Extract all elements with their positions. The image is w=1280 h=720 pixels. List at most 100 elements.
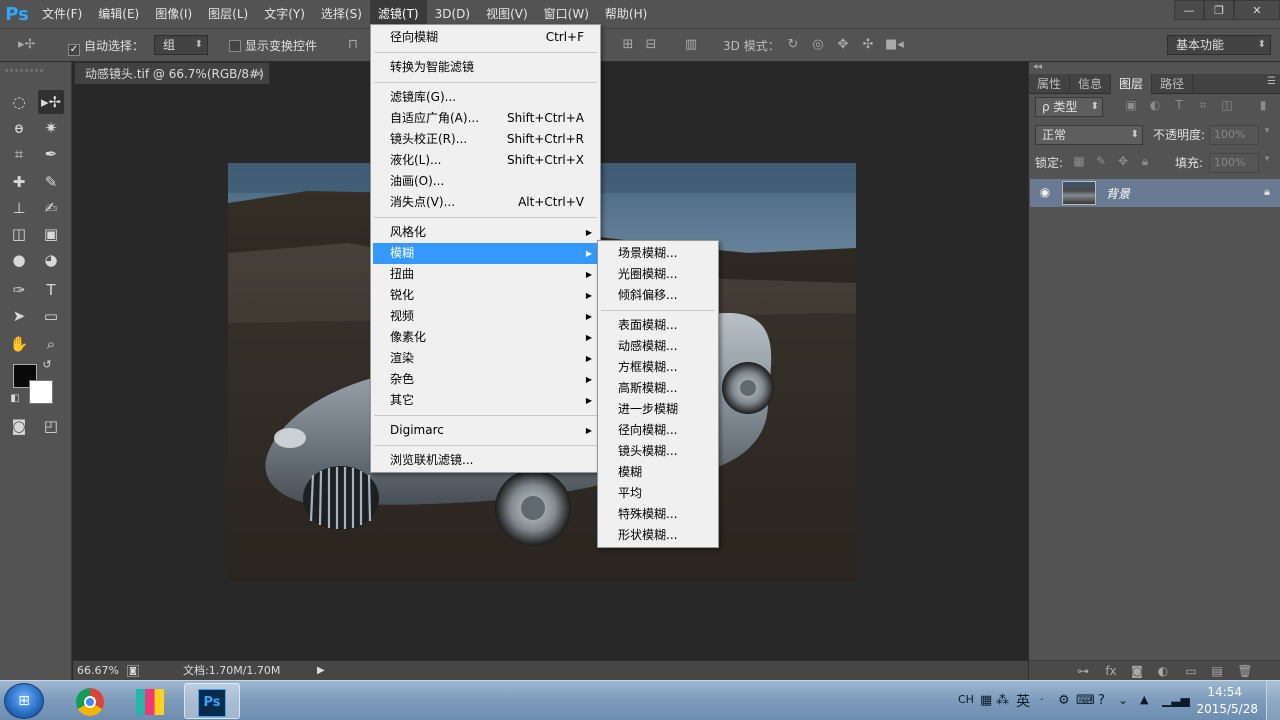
- layer-name[interactable]: 背景: [1106, 185, 1130, 202]
- blur-menu-item[interactable]: 形状模糊...: [600, 525, 716, 546]
- new-group-icon[interactable]: ▭: [1183, 664, 1199, 678]
- filter-menu-item[interactable]: 锐化 ▶: [373, 285, 598, 306]
- layer-row-background[interactable]: ◉ 背景 🔒︎: [1030, 179, 1280, 207]
- filter-menu-item[interactable]: 消失点(V)... Alt+Ctrl+V: [373, 192, 598, 213]
- type-tool-icon[interactable]: T: [38, 278, 64, 302]
- start-button[interactable]: ⊞: [4, 683, 44, 719]
- pen-tool-icon[interactable]: ✑: [6, 278, 32, 302]
- filter-menu-item[interactable]: 其它 ▶: [373, 390, 598, 411]
- filter-menu-item[interactable]: 渲染 ▶: [373, 348, 598, 369]
- delete-layer-icon[interactable]: 🗑︎: [1237, 664, 1253, 678]
- menu-10[interactable]: 帮助(H): [597, 0, 655, 28]
- filter-menu-item[interactable]: 风格化 ▶: [373, 222, 598, 243]
- filter-adjustment-icon[interactable]: ◐: [1147, 98, 1163, 112]
- blur-menu-item[interactable]: 动感模糊...: [600, 336, 716, 357]
- document-tab[interactable]: 动感镜头.tif @ 66.7%(RGB/8#) ×: [74, 62, 270, 84]
- fill-dropdown-icon[interactable]: ▾: [1259, 154, 1275, 164]
- toolbox-grip[interactable]: ∘∘∘∘∘∘∘∘: [4, 66, 68, 75]
- ime-shape-icon[interactable]: ⁂: [996, 693, 1009, 708]
- show-desktop-button[interactable]: [1266, 681, 1280, 720]
- 3d-scale-icon[interactable]: ■◂: [885, 37, 904, 53]
- blur-menu-item[interactable]: 高斯模糊...: [600, 378, 716, 399]
- swap-colors-icon[interactable]: ↺: [38, 358, 56, 372]
- distribute-center-icon[interactable]: ⊞: [620, 37, 636, 53]
- ime-options-icon[interactable]: ⌄: [1118, 693, 1128, 707]
- brush-tool-icon[interactable]: ✎: [38, 170, 64, 194]
- lasso-tool-icon[interactable]: ɵ: [6, 116, 32, 140]
- new-layer-icon[interactable]: ▤: [1209, 664, 1225, 678]
- path-selection-tool-icon[interactable]: ➤: [6, 304, 32, 328]
- opacity-dropdown-icon[interactable]: ▾: [1259, 126, 1275, 136]
- lock-all-icon[interactable]: 🔒︎: [1137, 154, 1153, 169]
- filter-menu-item[interactable]: Digimarc ▶: [373, 420, 598, 441]
- blend-mode-dropdown[interactable]: 正常: [1035, 125, 1143, 145]
- panel-tab-3[interactable]: 路径: [1152, 74, 1194, 94]
- 3d-roll-icon[interactable]: ◎: [810, 37, 826, 53]
- zoom-tool-icon[interactable]: ⌕: [38, 332, 64, 356]
- default-colors-icon[interactable]: ◧: [6, 392, 24, 406]
- hand-tool-icon[interactable]: ✋: [6, 332, 32, 356]
- filter-menu-item[interactable]: 杂色 ▶: [373, 369, 598, 390]
- move-tool-preset-icon[interactable]: ▸✢: [18, 37, 35, 53]
- auto-align-icon[interactable]: ▥: [683, 37, 699, 53]
- panel-tab-0[interactable]: 属性: [1029, 74, 1071, 94]
- ime-language[interactable]: CH: [958, 693, 974, 706]
- layer-visibility-eye-icon[interactable]: ◉: [1037, 185, 1053, 199]
- filter-menu-item[interactable]: 镜头校正(R)... Shift+Ctrl+R: [373, 129, 598, 150]
- eyedropper-tool-icon[interactable]: ✒: [38, 142, 64, 166]
- ime-keyboard-icon[interactable]: ⌨: [1076, 693, 1095, 708]
- background-color-swatch[interactable]: [29, 380, 53, 404]
- filter-smart-object-icon[interactable]: ◫: [1219, 98, 1235, 112]
- blur-menu-item[interactable]: 方框模糊...: [600, 357, 716, 378]
- clock-date[interactable]: 2015/5/28: [1196, 702, 1258, 716]
- blur-menu-item[interactable]: 特殊模糊...: [600, 504, 716, 525]
- history-brush-tool-icon[interactable]: ✍: [38, 196, 64, 220]
- lock-image-icon[interactable]: ✎: [1093, 154, 1109, 168]
- screen-mode-icon[interactable]: ◰: [38, 414, 64, 438]
- align-top-icon[interactable]: ⊓: [345, 37, 361, 53]
- blur-menu-item[interactable]: 倾斜偏移...: [600, 285, 716, 306]
- filter-menu-item[interactable]: 像素化 ▶: [373, 327, 598, 348]
- ime-toolbar-icon[interactable]: ▦: [980, 693, 992, 708]
- magic-wand-tool-icon[interactable]: ✷: [38, 116, 64, 140]
- lock-transparent-icon[interactable]: ▦: [1071, 154, 1087, 168]
- adjustment-layer-icon[interactable]: ◐: [1155, 664, 1171, 678]
- filter-shape-icon[interactable]: ⌗: [1195, 98, 1211, 113]
- healing-brush-tool-icon[interactable]: ✚: [6, 170, 32, 194]
- clock-time[interactable]: 14:54: [1207, 685, 1242, 699]
- status-menu-arrow-icon[interactable]: ▶: [317, 661, 325, 681]
- auto-select-dropdown[interactable]: 组: [154, 35, 208, 55]
- add-mask-icon[interactable]: ◙: [1129, 664, 1145, 678]
- eraser-tool-icon[interactable]: ◫: [6, 222, 32, 246]
- filter-type-icon[interactable]: T: [1171, 98, 1187, 112]
- panel-tab-2[interactable]: 图层: [1111, 74, 1153, 94]
- proof-icon[interactable]: ◙: [127, 665, 139, 677]
- close-document-icon[interactable]: ×: [254, 63, 263, 85]
- menu-1[interactable]: 编辑(E): [90, 0, 147, 28]
- layer-filter-dropdown[interactable]: ρ 类型: [1035, 97, 1103, 117]
- menu-3[interactable]: 图层(L): [200, 0, 256, 28]
- ime-mode[interactable]: 英: [1016, 691, 1030, 711]
- rectangle-tool-icon[interactable]: ▭: [38, 304, 64, 328]
- filter-menu-item[interactable]: 扭曲 ▶: [373, 264, 598, 285]
- crop-tool-icon[interactable]: ⌗: [6, 142, 32, 166]
- collapse-panel-icon[interactable]: ◂◂: [1033, 62, 1042, 72]
- filter-menu-item[interactable]: 模糊 ▶: [373, 243, 598, 264]
- close-button[interactable]: ✕: [1234, 0, 1280, 20]
- 3d-rotate-icon[interactable]: ↻: [785, 37, 801, 53]
- 3d-slide-icon[interactable]: ✣: [860, 37, 876, 53]
- help-icon[interactable]: ?: [1098, 693, 1105, 708]
- filter-menu-item[interactable]: 油画(O)...: [373, 171, 598, 192]
- menu-0[interactable]: 文件(F): [34, 0, 90, 28]
- blur-menu-item[interactable]: 光圈模糊...: [600, 264, 716, 285]
- clone-stamp-tool-icon[interactable]: ⊥: [6, 196, 32, 220]
- filter-menu-item[interactable]: 径向模糊 Ctrl+F: [373, 27, 598, 48]
- blur-menu-item[interactable]: 模糊: [600, 462, 716, 483]
- filter-menu-item[interactable]: 液化(L)... Shift+Ctrl+X: [373, 150, 598, 171]
- taskbar-chrome[interactable]: [62, 683, 118, 719]
- link-layers-icon[interactable]: ⊶: [1075, 664, 1091, 678]
- filter-pixel-icon[interactable]: ▣: [1123, 98, 1139, 112]
- move-tool-icon[interactable]: ▸✢: [38, 90, 64, 114]
- menu-5[interactable]: 选择(S): [313, 0, 370, 28]
- auto-select-checkbox[interactable]: ✓ 自动选择：: [68, 37, 144, 56]
